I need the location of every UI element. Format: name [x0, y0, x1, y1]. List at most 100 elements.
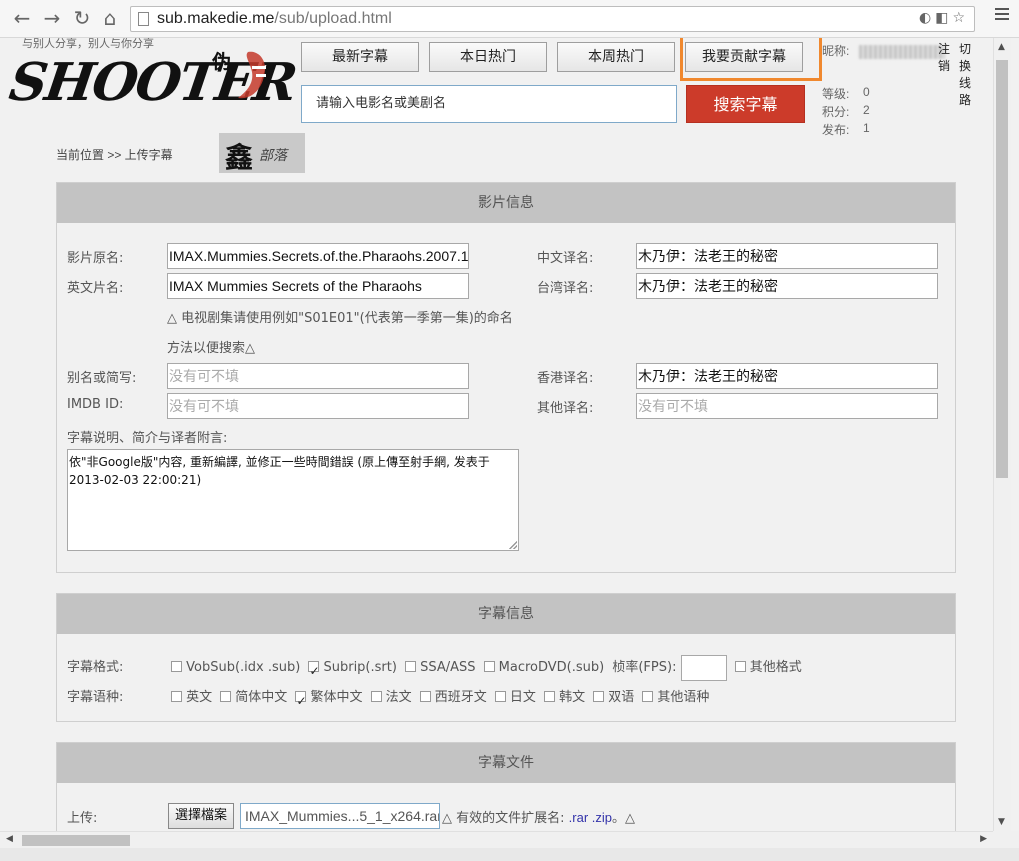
- taiwan-name-label: 台湾译名:: [537, 281, 594, 296]
- checkbox-simplified[interactable]: [220, 691, 232, 702]
- language-option[interactable]: 日文: [494, 684, 536, 712]
- tribe-badge[interactable]: 鑫 部落: [219, 133, 305, 174]
- format-option[interactable]: 其他格式: [734, 654, 802, 682]
- checkbox-french[interactable]: [370, 691, 382, 702]
- forward-arrow-icon[interactable]: →: [40, 6, 64, 30]
- section-title: 影片信息: [57, 183, 955, 223]
- scroll-up-arrow-icon[interactable]: ▲: [998, 42, 1005, 52]
- logo-seal-icon: 伪: [212, 50, 266, 99]
- description-textarea[interactable]: 依"非Google版"内容, 重新編譯, 並修正一些時間錯誤 (原上傳至射手網,…: [67, 449, 519, 551]
- address-bar[interactable]: sub.makedie.me/sub/upload.html ◐◧☆: [130, 6, 975, 32]
- posts-row: 发布: 1: [822, 121, 870, 137]
- nav-latest-button[interactable]: 最新字幕: [301, 42, 419, 72]
- url-text: sub.makedie.me/sub/upload.html: [157, 10, 392, 27]
- menu-icon[interactable]: [995, 8, 1009, 22]
- scroll-left-arrow-icon[interactable]: ◀: [6, 834, 13, 844]
- scroll-down-arrow-icon[interactable]: ▼: [998, 817, 1005, 827]
- nickname-blurred: [858, 44, 945, 59]
- search-button[interactable]: 搜索字幕: [686, 85, 805, 123]
- breadcrumb: 当前位置 >> 上传字幕: [56, 148, 173, 162]
- checkbox-macrodvd[interactable]: [483, 661, 495, 672]
- language-option[interactable]: 双语: [593, 684, 634, 712]
- language-row: 字幕语种: 英文 简体中文 繁体中文 法文 西班牙文 日文 韩文 双语 其他语种: [67, 684, 713, 715]
- checkbox-subrip[interactable]: [308, 657, 320, 685]
- nav-week-hot-button[interactable]: 本周热门: [557, 42, 675, 72]
- page-icon: [138, 12, 149, 26]
- window-bottom-edge: [0, 848, 1019, 861]
- section-title: 字幕信息: [57, 594, 955, 634]
- format-row: 字幕格式: VobSub(.idx .sub) Subrip(.srt) SSA…: [67, 654, 806, 685]
- browser-toolbar: ← → ↻ ⌂ sub.makedie.me/sub/upload.html ◐…: [0, 0, 1019, 38]
- fps-input[interactable]: [680, 654, 727, 681]
- alias-label: 别名或简写:: [67, 371, 137, 386]
- nav-contribute-button[interactable]: 我要贡献字幕: [685, 42, 803, 72]
- switch-line-link[interactable]: 切换线路: [959, 41, 975, 109]
- description-label: 字幕说明、简介与译者附言:: [67, 431, 228, 446]
- original-name-field[interactable]: IMAX.Mummies.Secrets.of.the.Pharaohs.200…: [167, 243, 469, 269]
- scroll-corner: [993, 831, 1019, 848]
- language-option[interactable]: 英文: [171, 684, 212, 712]
- choose-file-button[interactable]: 選擇檔案: [168, 803, 235, 829]
- points-row: 积分: 2: [822, 103, 870, 119]
- checkbox-ssa-ass[interactable]: [405, 661, 417, 672]
- subtitle-file-section: 字幕文件 上传: 選擇檔案 IMAX_Mummies...5_1_x264.ra…: [56, 742, 956, 831]
- reload-icon[interactable]: ↻: [70, 6, 94, 30]
- logout-link[interactable]: 注销: [938, 41, 954, 75]
- checkbox-other-format[interactable]: [734, 661, 746, 672]
- vertical-scrollbar[interactable]: ▲ ▼: [993, 38, 1011, 831]
- naming-note-line2: 方法以便搜索△: [167, 341, 255, 356]
- checkbox-spanish[interactable]: [419, 691, 431, 702]
- checkbox-korean[interactable]: [544, 691, 556, 702]
- format-option[interactable]: VobSub(.idx .sub): [171, 654, 300, 682]
- upload-label: 上传:: [67, 811, 98, 826]
- extension-note: △ 有效的文件扩展名: .rar .zip。△: [442, 810, 635, 826]
- alias-field[interactable]: 没有可不填: [167, 363, 469, 389]
- svg-text:伪: 伪: [212, 50, 231, 73]
- vertical-scroll-thumb[interactable]: [996, 60, 1008, 478]
- naming-note-line1: △ 电视剧集请使用例如"S01E01"(代表第一季第一集)的命名: [167, 311, 513, 326]
- imdb-field[interactable]: 没有可不填: [167, 393, 469, 419]
- horizontal-scrollbar[interactable]: ◀ ▶: [0, 831, 993, 849]
- fps-label: 桢率(FPS):: [612, 660, 677, 675]
- format-option[interactable]: MacroDVD(.sub): [483, 654, 604, 682]
- page-content: 与别人分享，别人与你分享 SHOOTER 伪 最新字幕 本日热门 本周热门 我要…: [0, 38, 993, 831]
- other-name-label: 其他译名:: [537, 401, 594, 416]
- english-name-field[interactable]: IMAX Mummies Secrets of the Pharaohs: [167, 273, 469, 299]
- format-option[interactable]: Subrip(.srt): [308, 654, 397, 685]
- horizontal-scroll-thumb[interactable]: [22, 835, 130, 846]
- original-name-label: 影片原名:: [67, 251, 124, 266]
- taiwan-name-field[interactable]: 木乃伊：法老王的秘密: [636, 273, 938, 299]
- nickname-row: 昵称:: [822, 42, 945, 59]
- level-row: 等级: 0: [822, 85, 870, 101]
- checkbox-japanese[interactable]: [494, 691, 506, 702]
- selected-file-name: IMAX_Mummies...5_1_x264.rar: [240, 803, 440, 829]
- other-name-field[interactable]: 没有可不填: [636, 393, 938, 419]
- hk-name-field[interactable]: 木乃伊：法老王的秘密: [636, 363, 938, 389]
- chinese-name-field[interactable]: 木乃伊：法老王的秘密: [636, 243, 938, 269]
- nav-today-hot-button[interactable]: 本日热门: [429, 42, 547, 72]
- home-icon[interactable]: ⌂: [98, 6, 122, 30]
- checkbox-vobsub[interactable]: [171, 661, 183, 672]
- extension-icons[interactable]: ◐◧☆: [919, 10, 969, 26]
- chinese-name-label: 中文译名:: [537, 251, 594, 266]
- checkbox-bilingual[interactable]: [593, 691, 605, 702]
- search-input[interactable]: 请输入电影名或美剧名: [301, 85, 677, 123]
- subtitle-info-section: 字幕信息 字幕格式: VobSub(.idx .sub) Subrip(.srt…: [56, 593, 956, 722]
- format-option[interactable]: SSA/ASS: [405, 654, 476, 682]
- resize-handle-icon[interactable]: [509, 541, 517, 549]
- language-option[interactable]: 繁体中文: [295, 684, 362, 715]
- checkbox-traditional[interactable]: [295, 687, 307, 715]
- hk-name-label: 香港译名:: [537, 371, 594, 386]
- language-option[interactable]: 简体中文: [220, 684, 287, 712]
- back-arrow-icon[interactable]: ←: [10, 6, 34, 30]
- checkbox-other-language[interactable]: [642, 691, 654, 702]
- site-tagline: 与别人分享，别人与你分享: [22, 38, 154, 50]
- imdb-label: IMDB ID:: [67, 397, 124, 412]
- language-option[interactable]: 西班牙文: [419, 684, 487, 712]
- english-name-label: 英文片名:: [67, 281, 124, 296]
- language-option[interactable]: 韩文: [544, 684, 585, 712]
- scroll-right-arrow-icon[interactable]: ▶: [980, 834, 987, 844]
- language-option[interactable]: 其他语种: [642, 684, 709, 712]
- language-option[interactable]: 法文: [370, 684, 412, 712]
- checkbox-english[interactable]: [171, 691, 183, 702]
